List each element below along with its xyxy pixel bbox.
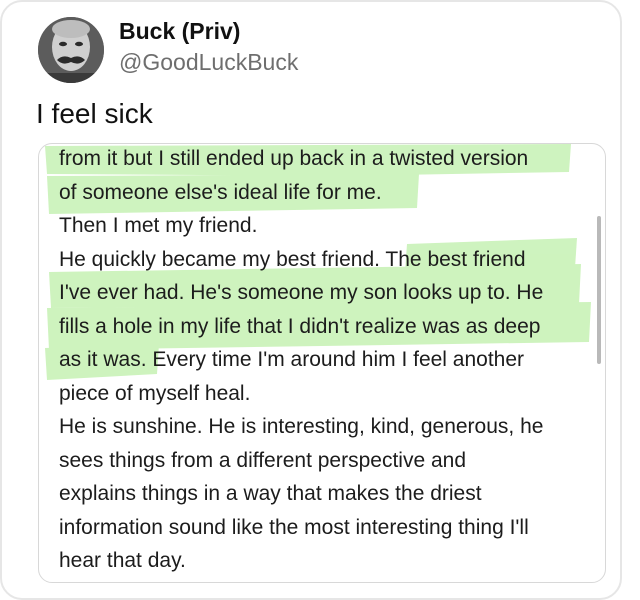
note-line: from it but I still ended up back in a t… [59, 147, 529, 170]
author-handle[interactable]: @GoodLuckBuck [119, 49, 298, 76]
note-line: fills a hole in my life that I didn't re… [59, 315, 541, 338]
note-line: information sound like the most interest… [59, 516, 529, 539]
avatar-photo [38, 17, 104, 83]
note-line: as it was. Every time I'm around him I f… [59, 348, 525, 371]
note-line: of someone else's ideal life for me. [59, 181, 382, 204]
note-line: hear that day. [59, 549, 186, 572]
scrollbar[interactable] [597, 216, 601, 364]
note-line: explains things in a way that makes the … [59, 482, 482, 505]
tweet-text: I feel sick [36, 98, 153, 129]
note-line: Then I met my friend. [59, 214, 258, 237]
note-line: I've ever had. He's someone my son looks… [59, 281, 544, 304]
attached-note-screenshot[interactable]: from it but I still ended up back in a t… [38, 143, 606, 583]
avatar[interactable] [38, 17, 104, 83]
note-line: sees things from a different perspective… [59, 449, 467, 472]
tweet-card: Buck (Priv) @GoodLuckBuck I feel sick fr… [0, 0, 622, 600]
note-line: He is sunshine. He is interesting, kind,… [59, 415, 544, 438]
note-line: piece of myself heal. [59, 382, 251, 405]
note-line: He quickly became my best friend. The be… [59, 248, 526, 271]
author-display-name[interactable]: Buck (Priv) [119, 18, 240, 45]
